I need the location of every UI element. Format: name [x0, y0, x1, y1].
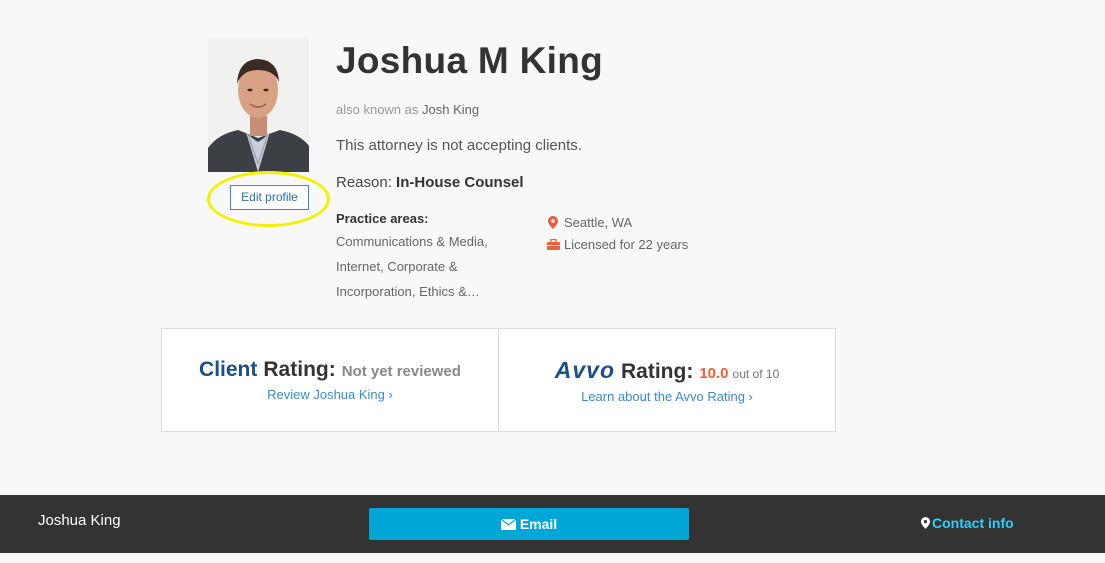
avvo-score-outof: out of 10	[732, 366, 780, 381]
practice-areas-list: Communications & Media, Internet, Corpor…	[336, 234, 488, 299]
attorney-name: Joshua M King	[336, 40, 604, 81]
contact-info-label: Contact info	[932, 515, 1014, 531]
avvo-score: 10.0	[699, 364, 729, 382]
avvo-rating-word: Rating:	[621, 359, 694, 383]
client-word: Client	[199, 358, 258, 381]
edit-profile-button[interactable]: Edit profile	[230, 185, 309, 210]
client-rating-cell: Client Rating: Not yet reviewed Review J…	[162, 329, 498, 431]
envelope-icon	[500, 518, 516, 530]
map-pin-icon	[546, 215, 560, 229]
reason-label: Reason:	[336, 174, 392, 191]
map-pin-icon	[921, 517, 930, 529]
profile-meta: Seattle, WA Licensed for 22 years	[546, 211, 688, 255]
location-text: Seattle, WA	[564, 214, 633, 230]
reason-value: In-House Counsel	[396, 174, 524, 191]
review-link[interactable]: Review Joshua King ›	[267, 387, 393, 402]
licensed-row: Licensed for 22 years	[546, 233, 688, 255]
profile-photo	[208, 38, 309, 172]
footer-attorney-name: Joshua King	[38, 512, 121, 529]
ratings-panel: Client Rating: Not yet reviewed Review J…	[161, 328, 836, 432]
avvo-rating-heading: Avvo Rating: 10.0 out of 10	[555, 357, 780, 384]
email-button[interactable]: Email	[369, 508, 689, 540]
chevron-right-icon: ›	[388, 387, 393, 402]
aka-name: Josh King	[422, 102, 480, 117]
client-rating-heading: Client Rating: Not yet reviewed	[199, 358, 461, 382]
accepting-status: This attorney is not accepting clients.	[336, 137, 582, 154]
reason-line: Reason: In-House Counsel	[336, 174, 524, 191]
location-row: Seattle, WA	[546, 211, 688, 233]
chevron-right-icon: ›	[748, 388, 753, 404]
aka-prefix: also known as	[336, 102, 419, 117]
sticky-footer: Joshua King Email Contact info	[0, 495, 1105, 553]
aka-line: also known as Josh King	[336, 102, 479, 117]
avvo-rating-link-text: Learn about the Avvo Rating	[581, 388, 745, 404]
avvo-rating-link[interactable]: Learn about the Avvo Rating ›	[581, 389, 753, 404]
avvo-logo: Avvo	[554, 356, 615, 383]
attorney-profile-page: Edit profile Joshua M King also known as…	[0, 0, 1105, 563]
licensed-text: Licensed for 22 years	[564, 236, 689, 252]
email-button-label: Email	[519, 516, 558, 532]
contact-info-link[interactable]: Contact info	[921, 515, 1014, 531]
client-rating-status: Not yet reviewed	[341, 363, 461, 380]
client-rating-word: Rating:	[263, 358, 336, 381]
avvo-rating-cell: Avvo Rating: 10.0 out of 10 Learn about …	[498, 329, 835, 431]
review-link-text: Review Joshua King	[267, 387, 385, 402]
practice-areas-label: Practice areas:	[336, 211, 429, 226]
briefcase-icon	[546, 237, 560, 251]
